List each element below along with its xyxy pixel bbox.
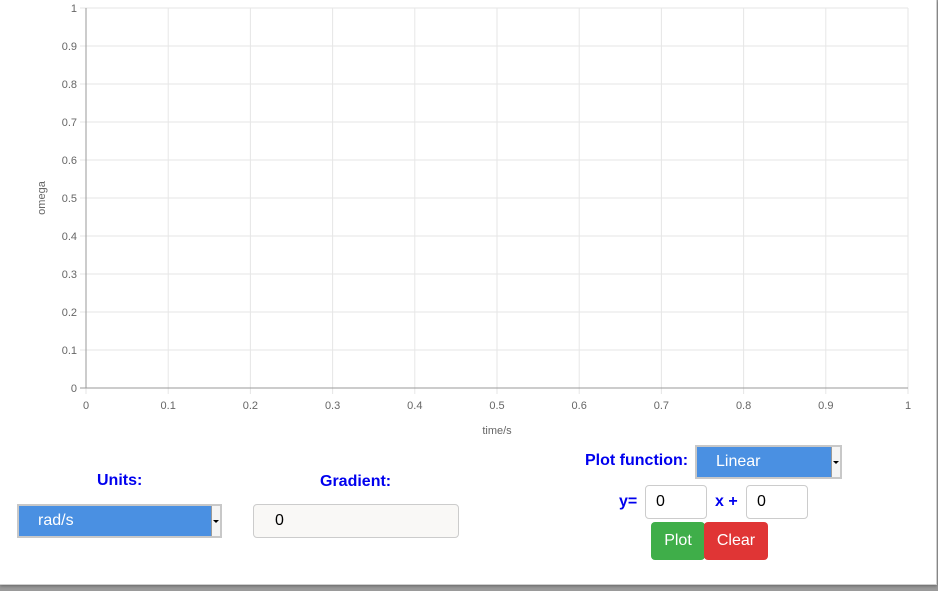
y-tick-label: 0.7	[62, 117, 77, 129]
y-tick-labels: 0 0.1 0.2 0.3 0.4 0.5 0.6 0.7 0.8 0.9 1	[62, 3, 77, 395]
x-tick-label: 0.5	[489, 400, 504, 412]
intercept-input[interactable]	[746, 485, 808, 519]
units-select[interactable]: rad/s	[17, 504, 222, 538]
x-tick-labels: 0 0.1 0.2 0.3 0.4 0.5 0.6 0.7 0.8 0.9 1	[83, 400, 911, 412]
y-tick-label: 0.9	[62, 41, 77, 53]
chevron-down-icon	[211, 506, 220, 536]
x-plus-label: x +	[715, 493, 738, 510]
y-tick-label: 0.8	[62, 79, 77, 91]
x-tick-label: 0	[83, 400, 89, 412]
plot-function-select[interactable]: Linear	[695, 445, 842, 479]
y-tick-label: 0.4	[62, 231, 77, 243]
units-select-value: rad/s	[38, 512, 74, 529]
plot-button[interactable]: Plot	[651, 522, 705, 560]
x-tick-label: 1	[905, 400, 911, 412]
x-tick-label: 0.3	[325, 400, 340, 412]
x-axis-title: time/s	[482, 425, 512, 437]
y-tick-label: 0.6	[62, 155, 77, 167]
y-tick-label: 0.3	[62, 269, 77, 281]
y-tick-label: 0.1	[62, 345, 77, 357]
plot-function-label: Plot function:	[585, 452, 689, 469]
chart: 0 0.1 0.2 0.3 0.4 0.5 0.6 0.7 0.8 0.9 1 0 0.1 0.2 0.3…	[36, 3, 911, 437]
gradient-label: Gradient:	[320, 473, 392, 490]
y-tick-label: 0.2	[62, 307, 77, 319]
y-tick-label: 0	[71, 383, 77, 395]
units-label: Units:	[97, 472, 143, 489]
x-tick-label: 0.1	[161, 400, 176, 412]
x-tick-label: 0.2	[243, 400, 258, 412]
y-tick-label: 0.5	[62, 193, 77, 205]
y-tick-label: 1	[71, 3, 77, 15]
app-panel: 0 0.1 0.2 0.3 0.4 0.5 0.6 0.7 0.8 0.9 1 0 0.1 0.2 0.3…	[0, 0, 937, 585]
slope-input[interactable]	[645, 485, 707, 519]
chevron-down-icon	[831, 447, 840, 477]
x-tick-label: 0.9	[818, 400, 833, 412]
x-tick-label: 0.8	[736, 400, 751, 412]
grid	[80, 7, 909, 394]
x-tick-label: 0.7	[654, 400, 669, 412]
clear-button[interactable]: Clear	[704, 522, 768, 560]
gradient-field[interactable]	[253, 504, 459, 538]
x-tick-label: 0.4	[407, 400, 422, 412]
y-axis-title: omega	[36, 180, 48, 215]
x-tick-label: 0.6	[572, 400, 587, 412]
plot-function-select-value: Linear	[716, 453, 761, 470]
y-equals-label: y=	[619, 493, 638, 510]
